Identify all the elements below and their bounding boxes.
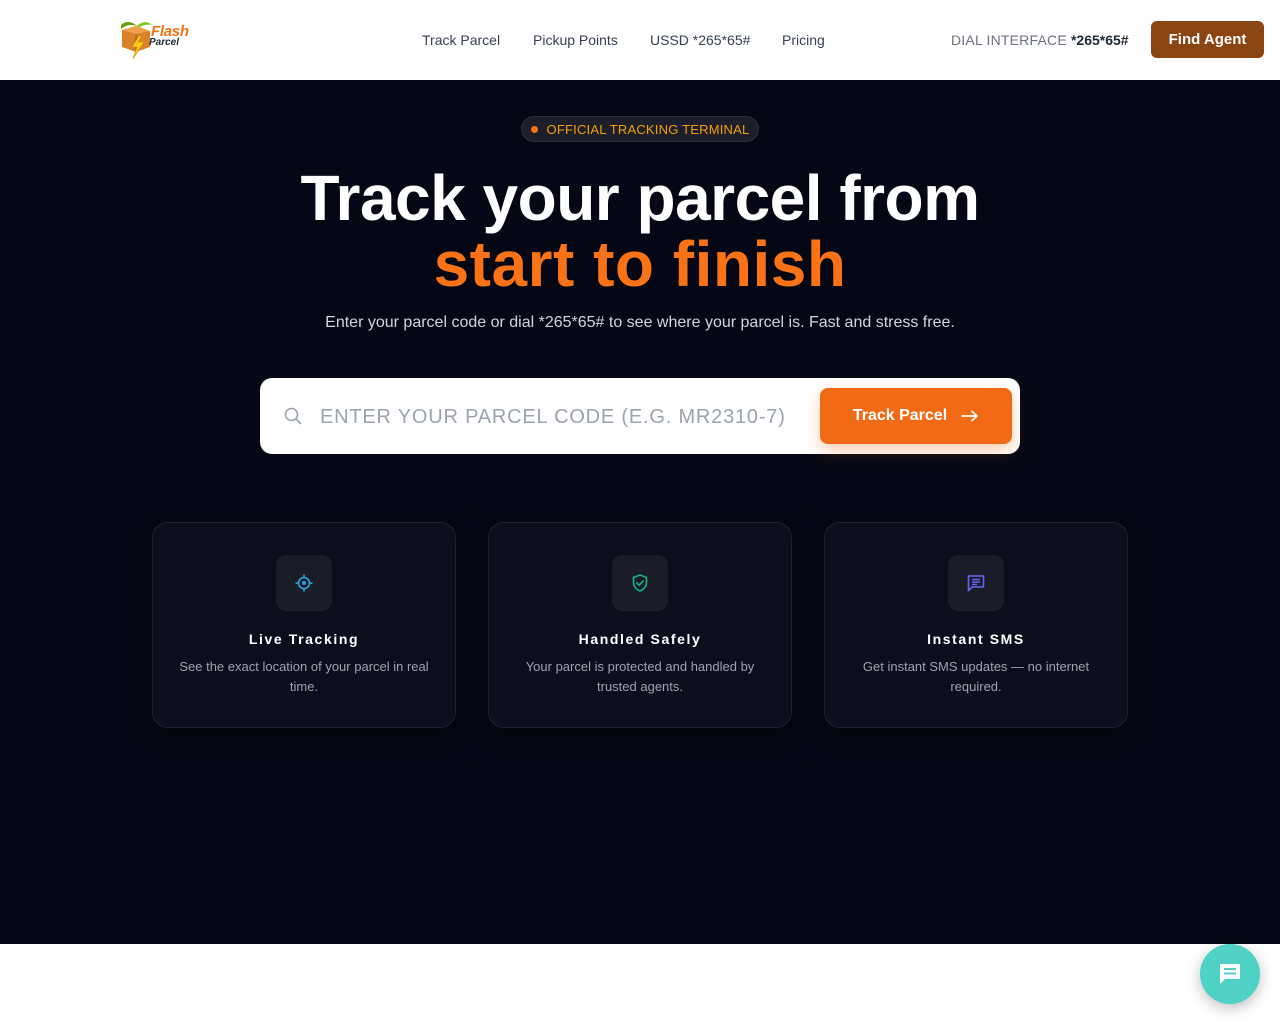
hero-subtitle: Enter your parcel code or dial *265*65# …	[325, 314, 955, 331]
card-description: See the exact location of your parcel in…	[179, 659, 429, 694]
chat-icon	[1220, 964, 1240, 984]
arrow-right-icon	[961, 410, 979, 422]
card-description: Get instant SMS updates — no internet re…	[862, 659, 1090, 694]
card-title: Instant SMS	[927, 631, 1025, 647]
message-icon	[967, 575, 985, 592]
hero-section: OFFICIAL TRACKING TERMINAL Track your pa…	[0, 80, 1280, 944]
search-icon	[284, 407, 302, 425]
nav-track-parcel[interactable]: Track Parcel	[422, 32, 500, 48]
nav-pricing[interactable]: Pricing	[782, 32, 825, 48]
dial-interface: DIAL INTERFACE *265*65#	[951, 32, 1129, 48]
dial-label: DIAL INTERFACE	[951, 32, 1067, 48]
badge-label: OFFICIAL TRACKING TERMINAL	[546, 121, 750, 137]
track-parcel-button-label: Track Parcel	[852, 407, 948, 424]
target-icon	[295, 574, 313, 592]
find-agent-button[interactable]: Find Agent	[1151, 21, 1264, 58]
hero-title-line-2: start to finish	[433, 228, 847, 300]
feature-card-handled-safely: Handled Safely Your parcel is protected …	[488, 522, 792, 728]
nav-ussd[interactable]: USSD *265*65#	[650, 32, 750, 48]
status-dot-icon	[530, 125, 538, 133]
card-description: Your parcel is protected and handled by …	[525, 659, 755, 694]
hero-title-line-1: Track your parcel from	[300, 162, 980, 234]
card-icon-box	[612, 555, 668, 611]
site-header: Flash Parcel Track Parcel Pickup Points …	[0, 0, 1280, 80]
chat-button[interactable]	[1200, 944, 1260, 1004]
feature-card-live-tracking: Live Tracking See the exact location of …	[152, 522, 456, 728]
parcel-code-input[interactable]	[318, 398, 822, 436]
shield-check-icon	[632, 574, 648, 592]
nav-pickup-points[interactable]: Pickup Points	[533, 32, 618, 48]
tracking-search-box: Track Parcel	[260, 378, 1020, 454]
card-icon-box	[948, 555, 1004, 611]
logo[interactable]: Flash Parcel	[118, 18, 198, 62]
card-title: Live Tracking	[248, 631, 360, 647]
card-icon-box	[276, 555, 332, 611]
card-title: Handled Safely	[578, 631, 702, 647]
logo-text: Flash Parcel	[149, 24, 189, 48]
status-badge: OFFICIAL TRACKING TERMINAL	[521, 116, 759, 142]
feature-card-instant-sms: Instant SMS Get instant SMS updates — no…	[824, 522, 1128, 728]
dial-code: *265*65#	[1070, 32, 1129, 48]
track-parcel-button[interactable]: Track Parcel	[820, 388, 1012, 444]
